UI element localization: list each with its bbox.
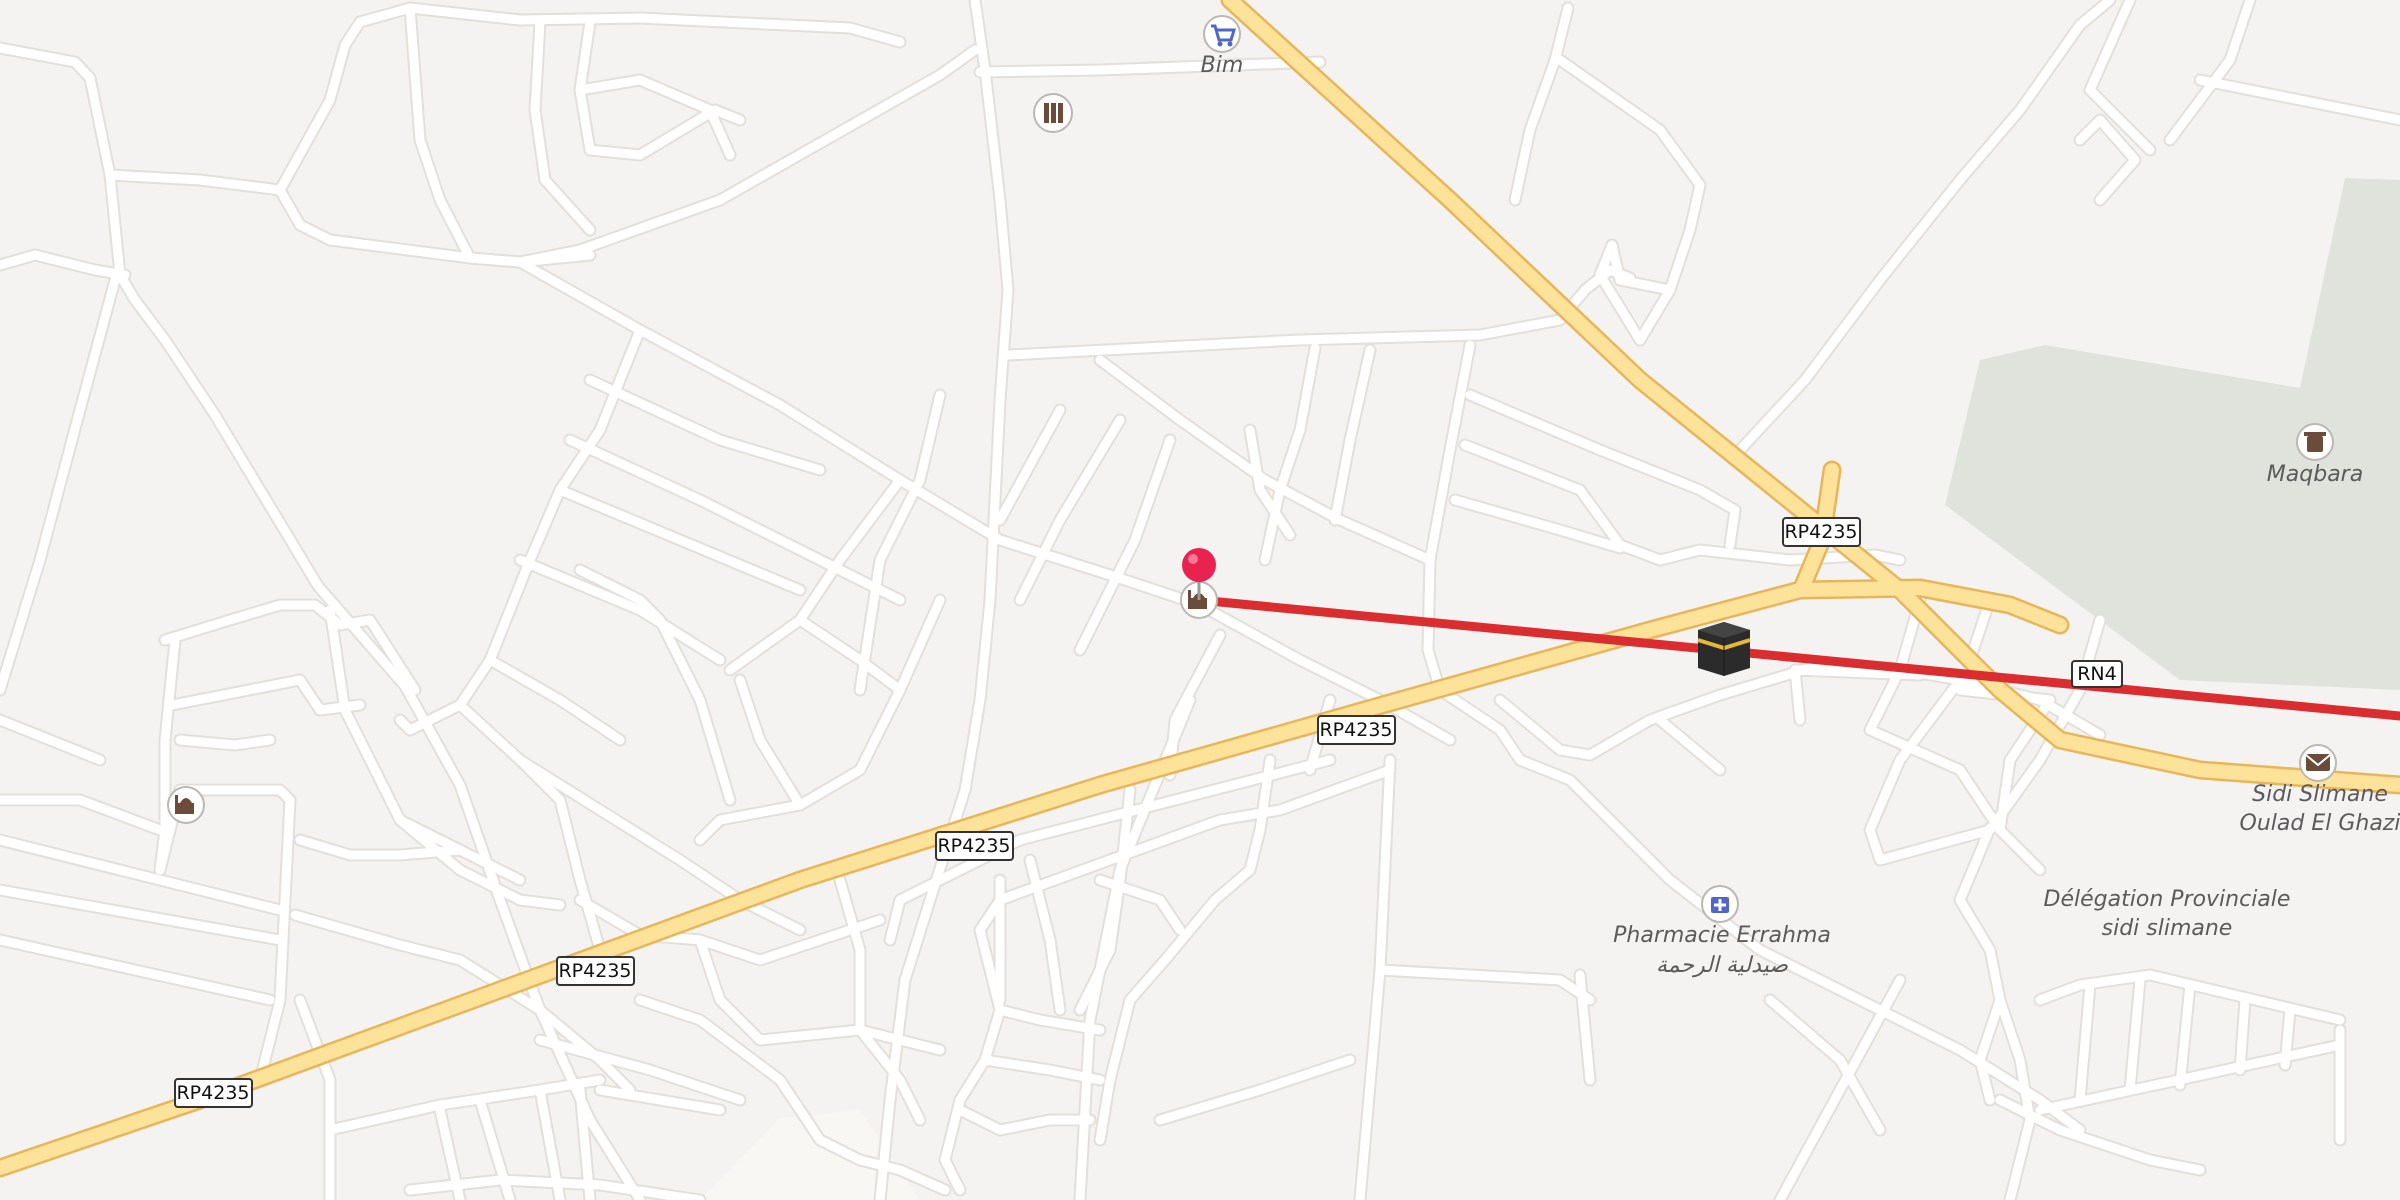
poi-label-bim: Bim bbox=[1201, 53, 1244, 78]
svg-text:RN4: RN4 bbox=[2077, 663, 2117, 685]
svg-text:RP4235: RP4235 bbox=[558, 960, 631, 982]
road-shield-rp4235-top: RP4235 bbox=[1782, 517, 1861, 547]
poi-library[interactable] bbox=[1033, 93, 1073, 133]
svg-text:RP4235: RP4235 bbox=[937, 835, 1010, 857]
delegation-label-line1: Délégation Provinciale bbox=[2044, 887, 2291, 912]
map-canvas[interactable]: RP4235 RP4235 RP4235 RP4235 RP4235 RN4 B… bbox=[0, 0, 2400, 1200]
poi-label-pharmacy-line2: صيدلية الرحمة bbox=[1656, 953, 1788, 978]
poi-label-maqbara: Maqbara bbox=[2267, 462, 2363, 487]
road-shield-rp4235-center: RP4235 bbox=[1317, 715, 1396, 745]
road-shield-rn4: RN4 bbox=[2071, 660, 2123, 688]
poi-label-post-office-line1: Sidi Slimane bbox=[2252, 782, 2388, 807]
kaaba-icon bbox=[1697, 622, 1751, 676]
road-shield-rp4235-mid: RP4235 bbox=[935, 831, 1014, 861]
poi-bim[interactable]: Bim bbox=[1201, 15, 1244, 78]
road-shield-rp4235-lower: RP4235 bbox=[556, 956, 635, 986]
area-label-delegation: Délégation Provinciale sidi slimane bbox=[2044, 887, 2291, 941]
poi-post-office[interactable]: Sidi Slimane Oulad El Ghazi bbox=[2240, 744, 2400, 836]
poi-label-post-office-line2: Oulad El Ghazi bbox=[2240, 811, 2400, 836]
poi-kaaba[interactable] bbox=[1697, 622, 1751, 676]
delegation-label-line2: sidi slimane bbox=[2102, 916, 2233, 941]
svg-text:RP4235: RP4235 bbox=[1784, 521, 1857, 543]
map-pin-icon bbox=[1182, 548, 1216, 582]
svg-text:RP4235: RP4235 bbox=[176, 1082, 249, 1104]
shopping-cart-icon bbox=[1203, 15, 1241, 53]
poi-mosque-west[interactable] bbox=[167, 786, 205, 824]
poi-label-pharmacy-line1: Pharmacie Errahma bbox=[1613, 923, 1831, 948]
road-shield-rp4235-bottom: RP4235 bbox=[174, 1078, 253, 1108]
svg-text:RP4235: RP4235 bbox=[1319, 719, 1392, 741]
